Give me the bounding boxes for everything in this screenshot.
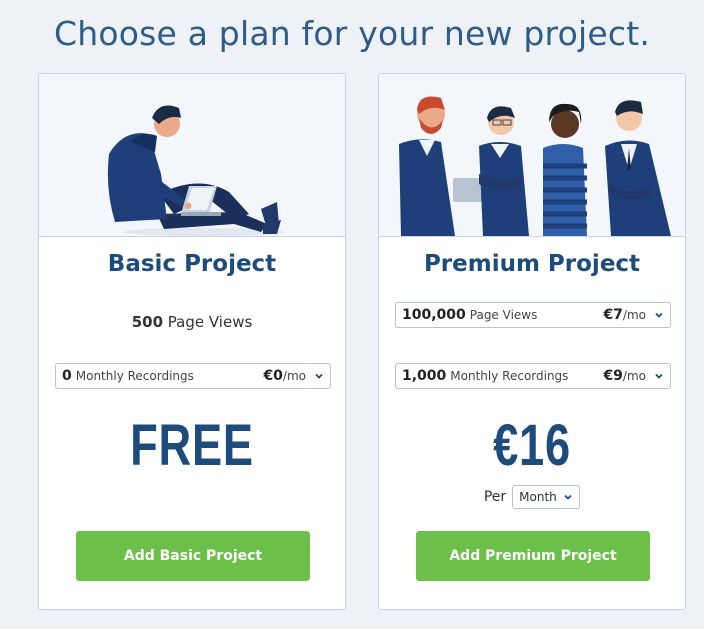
recordings-per: /mo	[282, 369, 306, 383]
page-views-unit: Page Views	[469, 308, 538, 322]
page-views-unit: Page Views	[167, 313, 253, 331]
page-views-per: /mo	[622, 308, 646, 322]
recordings-qty: 0	[62, 368, 72, 384]
basic-price-display: FREE	[130, 413, 254, 478]
basic-page-views: 500 Page Views	[39, 313, 345, 331]
recordings-unit: Monthly Recordings	[75, 369, 194, 383]
recordings-price: €0	[263, 368, 283, 384]
recordings-per: /mo	[622, 369, 646, 383]
page-views-qty: 100,000	[402, 307, 466, 323]
premium-price-display: €16	[493, 413, 571, 478]
billing-period-row: Per Month	[379, 485, 685, 509]
premium-page-views-select[interactable]: 100,000 Page Views €7 /mo	[395, 302, 671, 328]
per-label: Per	[483, 489, 507, 505]
add-basic-project-button[interactable]: Add Basic Project	[76, 531, 310, 581]
billing-period-select[interactable]: Month	[512, 485, 581, 509]
billing-period-value: Month	[519, 490, 557, 504]
basic-plan-title: Basic Project	[107, 251, 277, 277]
chevron-down-icon	[315, 373, 323, 379]
page-title: Choose a plan for your new project.	[53, 14, 651, 53]
basic-plan-illustration	[39, 74, 345, 237]
basic-recordings-select[interactable]: 0 Monthly Recordings €0 /mo	[55, 363, 331, 389]
page-views-qty: 500	[131, 313, 164, 331]
chevron-down-icon	[655, 373, 663, 379]
recordings-price: €9	[603, 368, 623, 384]
premium-plan-card: Premium Project 100,000 Page Views €7 /m…	[378, 73, 686, 610]
chevron-down-icon	[655, 312, 663, 318]
chevron-down-icon	[564, 494, 572, 500]
page-views-price: €7	[603, 307, 623, 323]
premium-plan-illustration	[379, 74, 685, 237]
premium-plan-title: Premium Project	[423, 251, 641, 277]
recordings-qty: 1,000	[402, 368, 447, 384]
basic-plan-card: Basic Project 500 Page Views 0 Monthly R…	[38, 73, 346, 610]
premium-recordings-select[interactable]: 1,000 Monthly Recordings €9 /mo	[395, 363, 671, 389]
recordings-unit: Monthly Recordings	[450, 369, 569, 383]
add-premium-project-button[interactable]: Add Premium Project	[416, 531, 650, 581]
